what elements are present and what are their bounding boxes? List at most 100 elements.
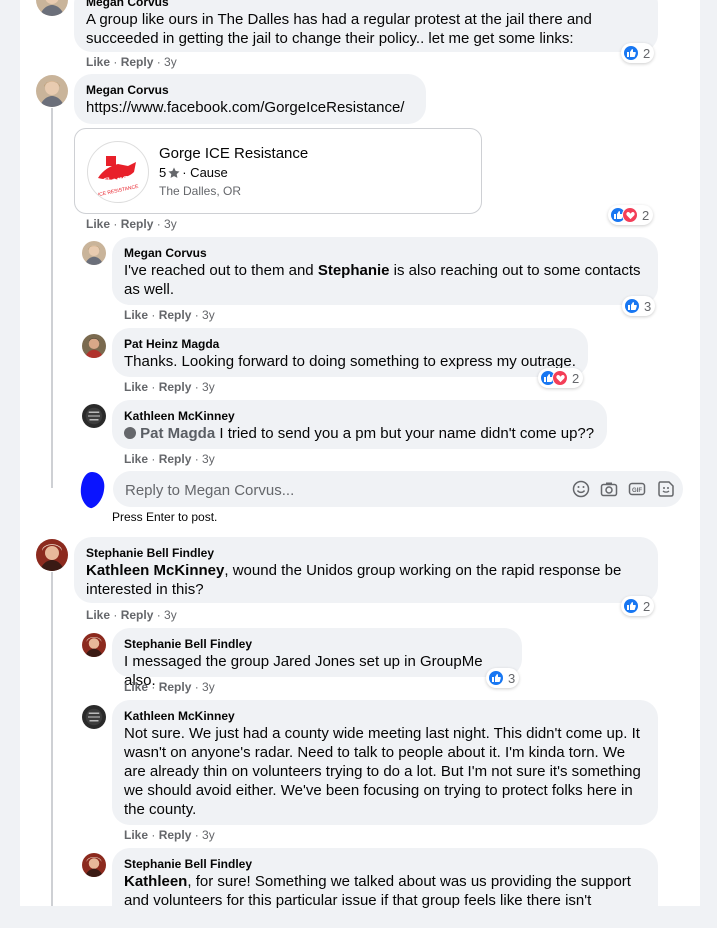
like-link[interactable]: Like xyxy=(124,452,148,466)
reaction-count[interactable]: 2 xyxy=(538,368,584,388)
reaction-number: 2 xyxy=(572,370,580,386)
reaction-count[interactable]: 2 xyxy=(621,596,655,616)
comment-bubble: Stephanie Bell Findley I messaged the gr… xyxy=(112,628,522,689)
comment-bubble: Megan Corvus A group like ours in The Da… xyxy=(74,0,658,52)
reply-composer: GIF xyxy=(113,471,683,509)
comment-actions: Like · Reply · 3y xyxy=(124,680,215,694)
reply-input[interactable] xyxy=(123,471,547,509)
comment-bubble: Stephanie Bell Findley Kathleen McKinney… xyxy=(74,537,658,603)
reaction-number: 3 xyxy=(508,670,516,686)
avatar[interactable] xyxy=(36,539,68,571)
reaction-number: 2 xyxy=(642,207,650,223)
comment-author[interactable]: Pat Heinz Magda xyxy=(124,336,576,352)
comment-text: I've reached out to them and Stephanie i… xyxy=(124,262,641,298)
like-reaction-icon xyxy=(623,598,639,614)
tag-icon xyxy=(124,427,136,439)
avatar[interactable] xyxy=(82,705,106,729)
comment-author[interactable]: Kathleen McKinney xyxy=(124,408,595,424)
like-link[interactable]: Like xyxy=(86,55,110,69)
like-reaction-icon xyxy=(623,45,639,61)
avatar[interactable] xyxy=(36,75,68,107)
comment-author[interactable]: Megan Corvus xyxy=(86,0,646,10)
love-reaction-icon xyxy=(552,370,568,386)
comment-author[interactable]: Megan Corvus xyxy=(124,245,646,261)
reply-link[interactable]: Reply xyxy=(121,608,154,622)
reaction-count[interactable]: 2 xyxy=(608,205,654,225)
timestamp[interactable]: 3y xyxy=(164,55,177,69)
like-link[interactable]: Like xyxy=(86,217,110,231)
reply-link[interactable]: Reply xyxy=(121,217,154,231)
like-link[interactable]: Like xyxy=(124,308,148,322)
page-logo: Gorge ICE RESISTANCE xyxy=(87,141,149,203)
page-preview-card[interactable]: Gorge ICE RESISTANCE Gorge ICE Resistanc… xyxy=(74,128,482,214)
reaction-number: 2 xyxy=(643,598,651,614)
reply-link[interactable]: Reply xyxy=(159,680,192,694)
avatar[interactable] xyxy=(82,241,106,265)
reply-link[interactable]: Reply xyxy=(159,308,192,322)
timestamp[interactable]: 3y xyxy=(202,308,215,322)
thread-line xyxy=(51,572,53,906)
mention-link[interactable]: Stephanie xyxy=(318,262,390,279)
avatar[interactable] xyxy=(82,853,106,877)
comment-actions: Like · Reply · 3y xyxy=(86,608,177,622)
timestamp[interactable]: 3y xyxy=(202,680,215,694)
comment-text: Kathleen, for sure! Something we talked … xyxy=(124,873,631,909)
comment-bubble: Megan Corvus I've reached out to them an… xyxy=(112,237,658,305)
reaction-count[interactable]: 3 xyxy=(622,296,656,316)
camera-icon[interactable] xyxy=(600,480,618,498)
thread-line xyxy=(51,108,53,488)
reaction-count[interactable]: 2 xyxy=(621,43,655,63)
comment-text: Pat Magda I tried to send you a pm but y… xyxy=(124,424,595,443)
press-enter-hint: Press Enter to post. xyxy=(112,510,218,524)
love-reaction-icon xyxy=(622,207,638,223)
comment-author[interactable]: Stephanie Bell Findley xyxy=(86,545,646,561)
comment-actions: Like · Reply · 3y xyxy=(86,55,177,69)
timestamp[interactable]: 3y xyxy=(164,217,177,231)
gif-icon[interactable]: GIF xyxy=(628,480,646,498)
reaction-number: 3 xyxy=(644,298,652,314)
mention-link[interactable]: Kathleen McKinney xyxy=(86,562,224,579)
avatar[interactable] xyxy=(82,334,106,358)
comment-author[interactable]: Stephanie Bell Findley xyxy=(124,856,646,872)
comment-author[interactable]: Kathleen McKinney xyxy=(124,708,646,724)
timestamp[interactable]: 3y xyxy=(202,828,215,842)
timestamp[interactable]: 3y xyxy=(164,608,177,622)
like-link[interactable]: Like xyxy=(86,608,110,622)
reaction-number: 2 xyxy=(643,45,651,61)
reply-link[interactable]: Reply xyxy=(159,380,192,394)
comment-author[interactable]: Megan Corvus xyxy=(86,82,414,98)
comment-text: A group like ours in The Dalles has had … xyxy=(86,11,592,47)
page-category: · Cause xyxy=(182,165,228,180)
timestamp[interactable]: 3y xyxy=(202,380,215,394)
comment-actions: Like · Reply · 3y xyxy=(86,217,177,231)
comment-bubble: Kathleen McKinney Pat Magda I tried to s… xyxy=(112,400,607,449)
comment-actions: Like · Reply · 3y xyxy=(124,308,215,322)
avatar[interactable] xyxy=(82,633,106,657)
emoji-icon[interactable] xyxy=(572,480,590,498)
avatar[interactable] xyxy=(82,404,106,428)
mention-link[interactable]: Pat Magda xyxy=(140,425,215,442)
star-icon xyxy=(168,167,180,178)
comment-author[interactable]: Stephanie Bell Findley xyxy=(124,636,510,652)
page-location: The Dalles, OR xyxy=(159,184,242,198)
reply-link[interactable]: Reply xyxy=(159,828,192,842)
mention-link[interactable]: Kathleen xyxy=(124,873,187,890)
comment-link[interactable]: https://www.facebook.com/GorgeIceResista… xyxy=(86,98,414,117)
reaction-count[interactable]: 3 xyxy=(486,668,520,688)
like-link[interactable]: Like xyxy=(124,380,148,394)
reply-link[interactable]: Reply xyxy=(159,452,192,466)
avatar-scribble xyxy=(78,470,108,510)
page-title[interactable]: Gorge ICE Resistance xyxy=(159,144,308,163)
like-link[interactable]: Like xyxy=(124,680,148,694)
page-rating: 5 xyxy=(159,165,167,180)
svg-text:GIF: GIF xyxy=(632,488,642,494)
comment-bubble: Stephanie Bell Findley Kathleen, for sur… xyxy=(112,848,658,928)
comment-text: Kathleen McKinney, wound the Unidos grou… xyxy=(86,562,622,598)
like-link[interactable]: Like xyxy=(124,828,148,842)
timestamp[interactable]: 3y xyxy=(202,452,215,466)
comment-actions: Like · Reply · 3y xyxy=(124,380,215,394)
sticker-icon[interactable] xyxy=(657,480,675,498)
reply-link[interactable]: Reply xyxy=(121,55,154,69)
comment-actions: Like · Reply · 3y xyxy=(124,828,215,842)
comment-actions: Like · Reply · 3y xyxy=(124,452,215,466)
